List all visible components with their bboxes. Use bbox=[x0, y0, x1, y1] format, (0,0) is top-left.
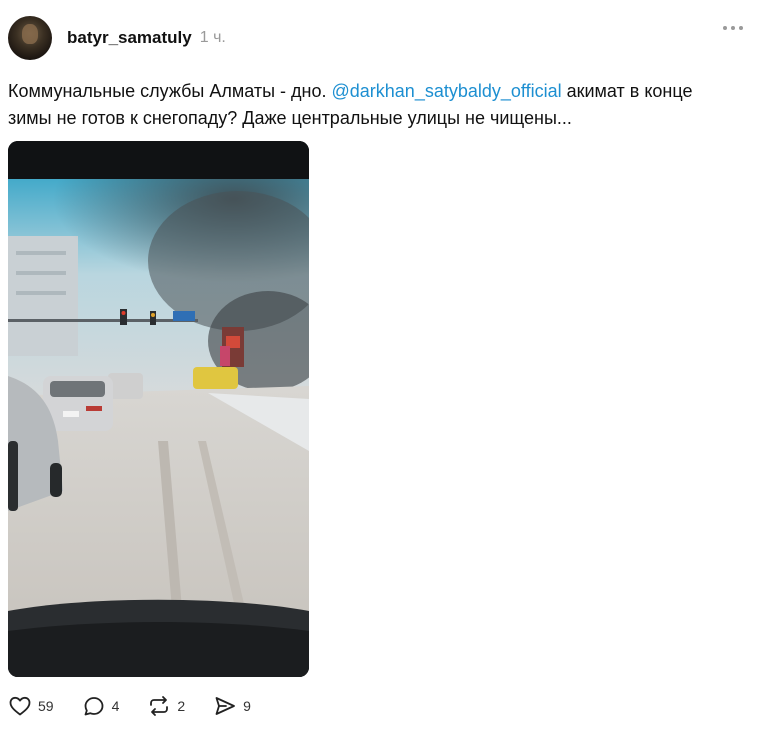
repost-icon bbox=[150, 696, 169, 716]
post-actions: 59 4 2 9 bbox=[8, 694, 279, 718]
shares-count: 9 bbox=[243, 698, 251, 714]
share-button[interactable]: 9 bbox=[213, 694, 251, 718]
comment-button[interactable]: 4 bbox=[82, 694, 120, 718]
heart-icon bbox=[9, 696, 31, 716]
comment-bubble-icon bbox=[84, 697, 103, 716]
avatar[interactable] bbox=[8, 16, 52, 60]
like-button[interactable]: 59 bbox=[8, 694, 54, 718]
likes-count: 59 bbox=[38, 698, 54, 714]
mention-link[interactable]: @darkhan_satybaldy_official bbox=[332, 81, 562, 101]
post-time: 1 ч. bbox=[199, 29, 226, 46]
send-icon bbox=[215, 697, 236, 715]
post-header: batyr_samatuly 1 ч. bbox=[8, 16, 226, 60]
username[interactable]: batyr_samatuly bbox=[67, 28, 192, 48]
snowy-street-photo bbox=[8, 141, 309, 677]
post-text-start: Коммунальные службы Алматы - дно. bbox=[8, 81, 332, 101]
more-options-button[interactable] bbox=[723, 26, 743, 30]
reposts-count: 2 bbox=[177, 698, 186, 714]
more-dots-icon bbox=[723, 26, 727, 30]
post-photo[interactable] bbox=[8, 141, 309, 677]
comments-count: 4 bbox=[111, 698, 120, 714]
post-text: Коммунальные службы Алматы - дно. @darkh… bbox=[8, 78, 738, 132]
repost-button[interactable]: 2 bbox=[147, 694, 185, 718]
